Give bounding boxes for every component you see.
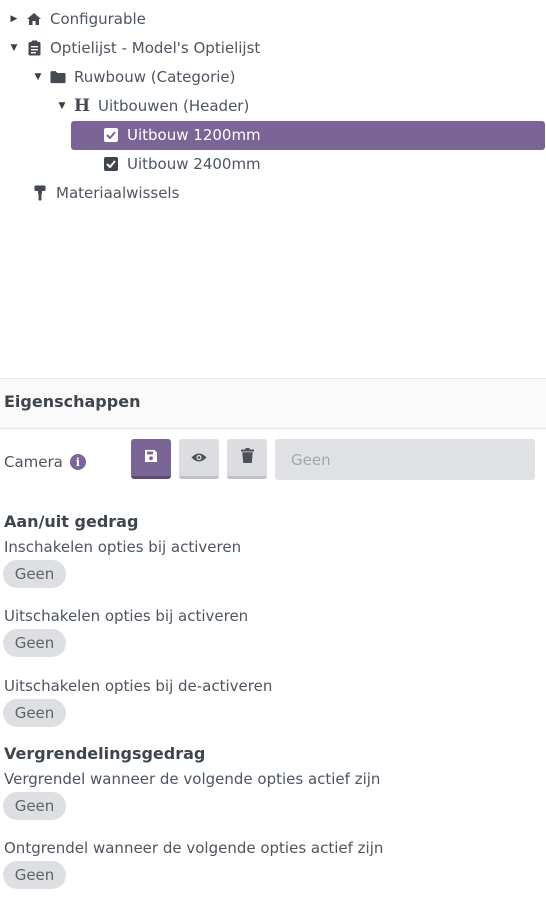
delete-camera-button[interactable] [227,439,267,479]
camera-placeholder: Geen [291,450,331,469]
field-label: Uitschakelen opties bij de-activeren [4,677,273,695]
tree-item-uitbouw-2400[interactable]: Uitbouw 2400mm [96,150,261,178]
options-chip[interactable]: Geen [3,792,66,820]
section-title-toggle-behavior: Aan/uit gedrag [4,512,139,531]
field-label: Inschakelen opties bij activeren [4,538,242,556]
preview-camera-button[interactable] [179,439,219,479]
field-label: Vergrendel wanneer de volgende opties ac… [4,770,381,788]
trash-icon [240,448,254,467]
field-label: Ontgrendel wanneer de volgende opties ac… [4,839,384,857]
eye-icon [191,448,207,467]
options-chip[interactable]: Geen [3,560,66,588]
paint-roller-icon [32,185,48,201]
options-chip[interactable]: Geen [3,861,66,889]
tree-item-uitbouw-1200[interactable]: Uitbouw 1200mm [96,121,261,149]
divider [0,428,546,429]
camera-label: Camera i [4,453,86,471]
caret-down-icon[interactable]: ▼ [56,101,68,111]
header-icon: H [73,96,91,116]
save-icon [144,448,158,467]
caret-right-icon[interactable]: ▶ [8,14,20,24]
tree-item-uitbouwen[interactable]: ▼ H Uitbouwen (Header) [56,92,250,120]
options-chip[interactable]: Geen [3,699,66,727]
camera-label-text: Camera [4,453,63,471]
home-icon [26,11,42,27]
save-camera-button[interactable] [131,439,171,479]
tree-item-ruwbouw[interactable]: ▼ Ruwbouw (Categorie) [32,63,236,91]
section-title-lock-behavior: Vergrendelingsgedrag [4,744,206,763]
tree-item-label: Configurable [50,10,146,28]
clipboard-icon [26,40,42,56]
checkbox-checked-icon[interactable] [103,127,119,143]
tree-item-label: Uitbouwen (Header) [98,97,250,115]
tree-item-label: Optielijst - Model's Optielijst [50,39,261,57]
panel-title: Eigenschappen [4,392,141,411]
options-chip[interactable]: Geen [3,629,66,657]
tree-item-materiaalwissels[interactable]: Materiaalwissels [26,179,179,207]
caret-down-icon[interactable]: ▼ [32,72,44,82]
tree-item-label: Uitbouw 2400mm [127,155,261,173]
field-label: Uitschakelen opties bij activeren [4,607,249,625]
tree-item-label: Ruwbouw (Categorie) [74,68,236,86]
info-icon[interactable]: i [69,454,86,470]
tree-item-optielijst[interactable]: ▼ Optielijst - Model's Optielijst [8,34,261,62]
tree-item-label: Materiaalwissels [56,184,180,202]
tree-item-configurable[interactable]: ▶ Configurable [8,5,146,33]
folder-icon [50,69,66,85]
camera-select[interactable]: Geen [275,439,535,480]
caret-down-icon[interactable]: ▼ [8,43,20,53]
checkbox-checked-icon[interactable] [103,156,119,172]
tree-item-label: Uitbouw 1200mm [127,126,261,144]
